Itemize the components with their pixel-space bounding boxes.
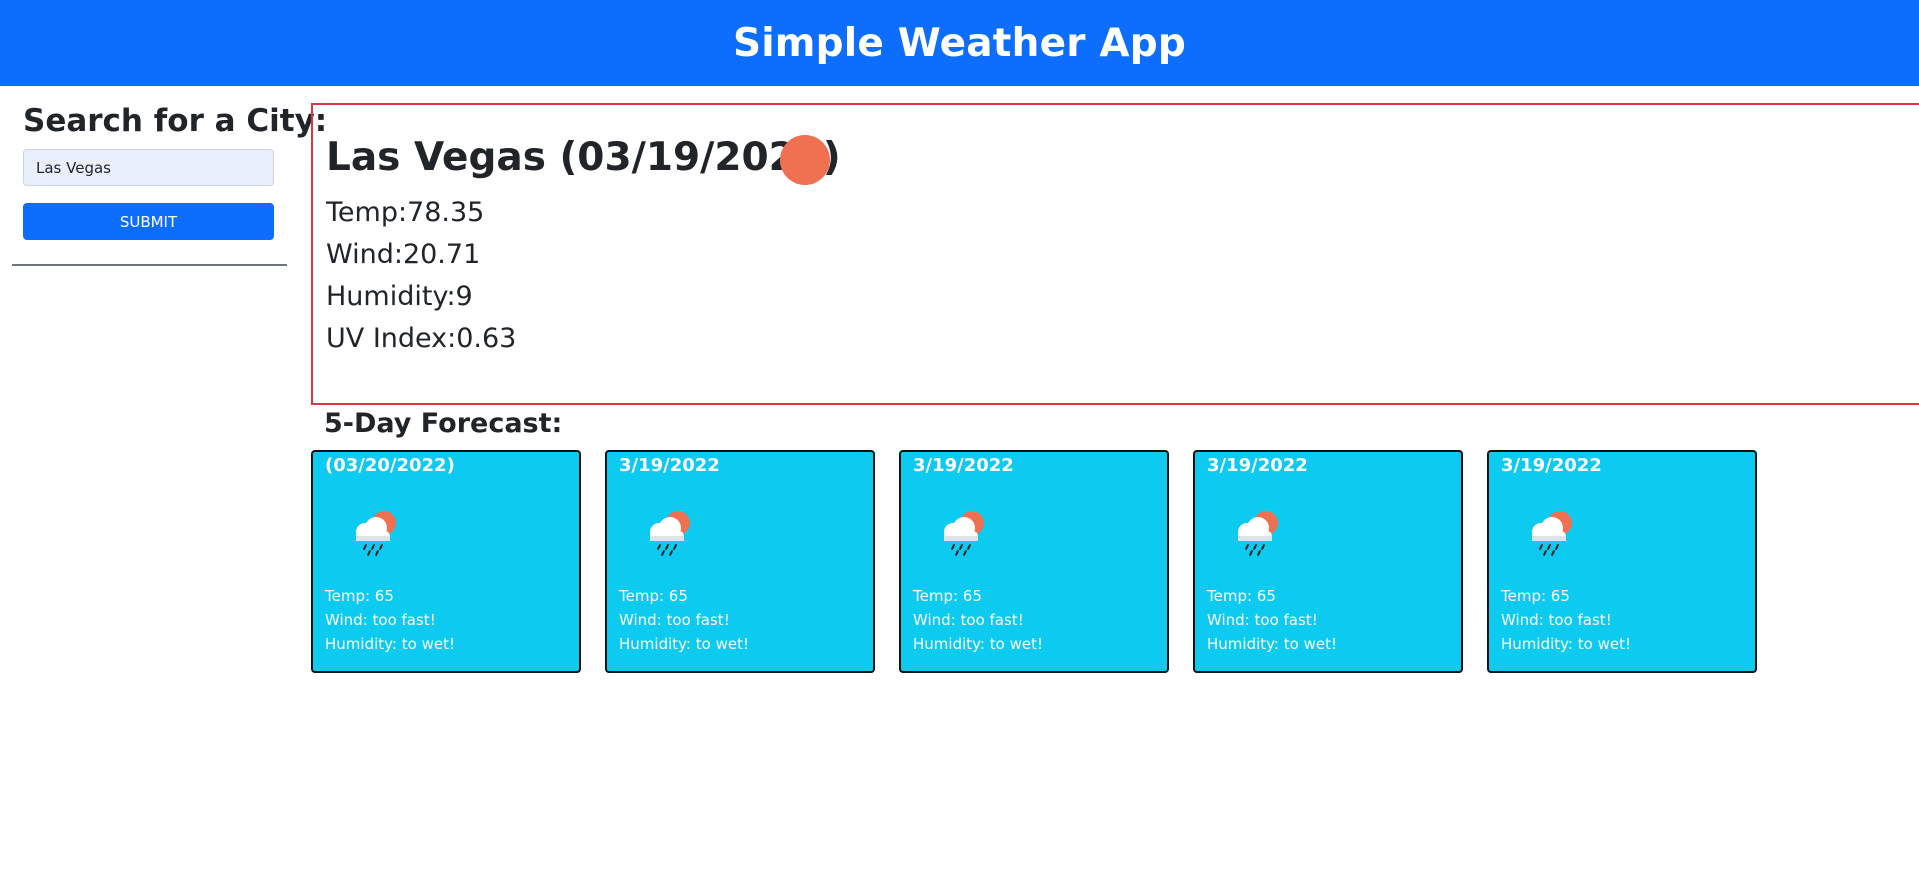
app-header: Simple Weather App	[0, 0, 1919, 86]
forecast-date: (03/20/2022)	[325, 455, 455, 476]
search-heading: Search for a City:	[23, 103, 328, 139]
forecast-wind: Wind: too fast!	[1207, 611, 1318, 629]
forecast-date: 3/19/2022	[1501, 455, 1602, 476]
rain-cloud-sun-icon	[944, 511, 984, 556]
forecast-date: 3/19/2022	[913, 455, 1014, 476]
app-title: Simple Weather App	[732, 20, 1187, 66]
forecast-card: 3/19/2022 Temp: 65 Wind: too fast! Humid…	[1193, 450, 1463, 673]
forecast-temp: Temp: 65	[619, 587, 688, 605]
forecast-humidity: Humidity: to wet!	[913, 635, 1043, 653]
forecast-temp: Temp: 65	[1501, 587, 1570, 605]
forecast-temp: Temp: 65	[325, 587, 394, 605]
rain-cloud-sun-icon	[1532, 511, 1572, 556]
rain-cloud-sun-icon	[1238, 511, 1278, 556]
current-humidity: Humidity:9	[326, 281, 473, 312]
current-temp: Temp:78.35	[326, 197, 485, 228]
forecast-wind: Wind: too fast!	[325, 611, 436, 629]
current-city-title: Las Vegas (03/19/2022)	[326, 135, 841, 180]
current-uv-index: UV Index:0.63	[326, 323, 517, 354]
forecast-humidity: Humidity: to wet!	[1207, 635, 1337, 653]
forecast-humidity: Humidity: to wet!	[1501, 635, 1631, 653]
city-search-input[interactable]	[23, 149, 274, 186]
forecast-date: 3/19/2022	[619, 455, 720, 476]
sun-circle-icon	[780, 135, 830, 185]
forecast-date: 3/19/2022	[1207, 455, 1308, 476]
forecast-wind: Wind: too fast!	[619, 611, 730, 629]
forecast-humidity: Humidity: to wet!	[325, 635, 455, 653]
rain-cloud-sun-icon	[356, 511, 396, 556]
submit-button[interactable]: SUBMIT	[23, 203, 274, 240]
forecast-heading: 5-Day Forecast:	[324, 408, 563, 439]
forecast-card: 3/19/2022 Temp: 65 Wind: too fast! Humid…	[605, 450, 875, 673]
forecast-wind: Wind: too fast!	[1501, 611, 1612, 629]
rain-cloud-sun-icon	[650, 511, 690, 556]
forecast-humidity: Humidity: to wet!	[619, 635, 749, 653]
forecast-wind: Wind: too fast!	[913, 611, 1024, 629]
forecast-card: (03/20/2022) Temp: 65 Wind: too fast! Hu…	[311, 450, 581, 673]
forecast-card: 3/19/2022 Temp: 65 Wind: too fast! Humid…	[1487, 450, 1757, 673]
current-wind: Wind:20.71	[326, 239, 481, 270]
forecast-card: 3/19/2022 Temp: 65 Wind: too fast! Humid…	[899, 450, 1169, 673]
sidebar-divider	[12, 264, 287, 266]
forecast-temp: Temp: 65	[1207, 587, 1276, 605]
forecast-temp: Temp: 65	[913, 587, 982, 605]
current-weather-panel: Las Vegas (03/19/2022) Temp:78.35 Wind:2…	[311, 103, 1919, 405]
